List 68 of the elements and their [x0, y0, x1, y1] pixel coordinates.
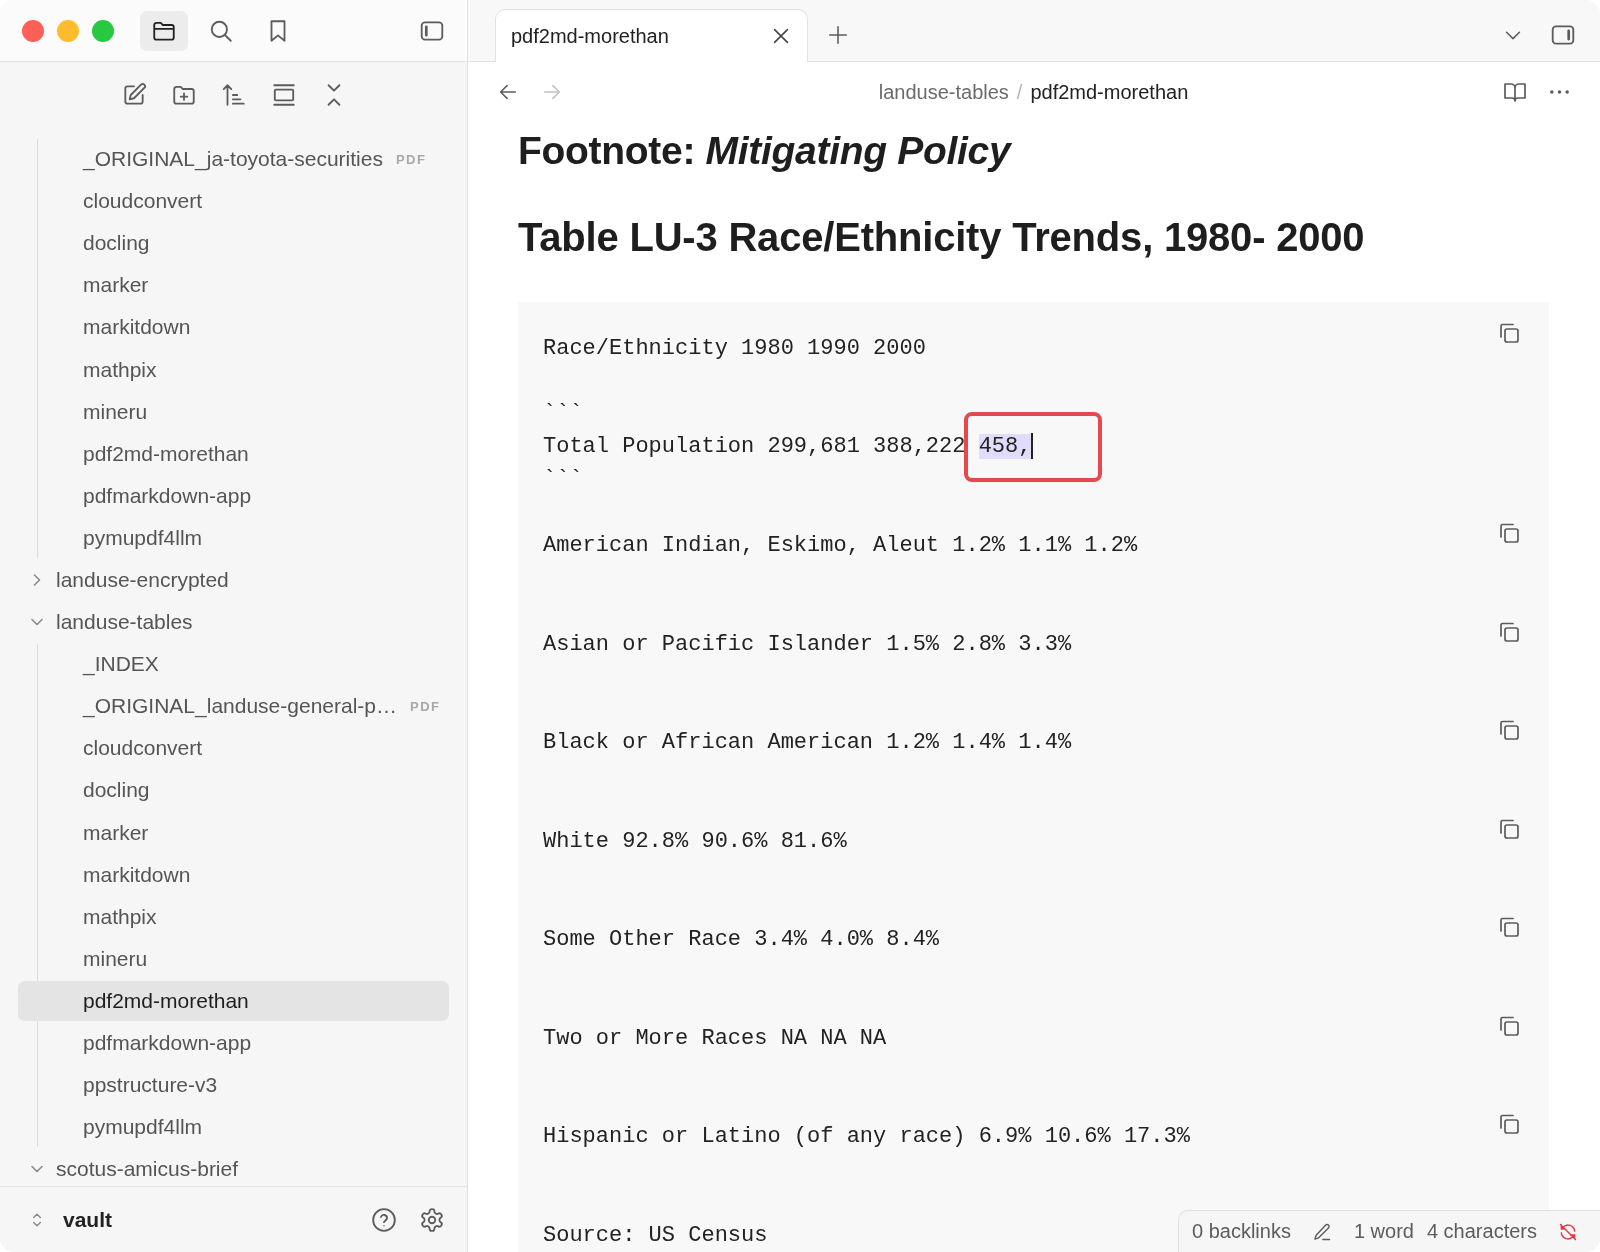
- copy-icon: [1497, 521, 1521, 545]
- file-item[interactable]: docling: [18, 223, 449, 264]
- selected-text: 458,: [978, 434, 1032, 459]
- file-item[interactable]: _ORIGINAL_landuse-general-p… PDF: [18, 686, 449, 727]
- sort-icon: [220, 82, 247, 108]
- file-item[interactable]: mathpix: [18, 349, 449, 390]
- file-item[interactable]: marker: [18, 265, 449, 306]
- code-fence: ```: [543, 401, 583, 426]
- settings-icon: [419, 1206, 445, 1233]
- file-item[interactable]: marker: [18, 812, 449, 853]
- file-type-label: PDF: [410, 698, 441, 714]
- file-item[interactable]: docling: [18, 770, 449, 811]
- code-line: Black or African American 1.2% 1.4% 1.4%: [543, 730, 1072, 755]
- file-item[interactable]: _INDEX: [18, 644, 449, 685]
- folder-item[interactable]: landuse-encrypted: [18, 559, 449, 601]
- file-item[interactable]: _ORIGINAL_ja-toyota-securities PDF: [18, 139, 449, 180]
- window-close-button[interactable]: [22, 19, 44, 42]
- code-line: Some Other Race 3.4% 4.0% 8.4%: [543, 927, 940, 952]
- file-item[interactable]: pdf2md-morethan: [18, 433, 449, 474]
- code-line: Hispanic or Latino (of any race) 6.9% 10.6% 17.3%: [543, 1124, 1190, 1149]
- file-item[interactable]: pymupdf4llm: [18, 1107, 449, 1148]
- code-line: Two or More Races NA NA NA: [543, 1025, 887, 1051]
- heading: Footnote: Mitigating Policy: [518, 128, 1013, 174]
- backlinks-count[interactable]: 0 backlinks: [1191, 1220, 1291, 1243]
- breadcrumb-folder[interactable]: landuse-tables: [878, 80, 1009, 104]
- file-item[interactable]: pymupdf4llm: [18, 517, 449, 558]
- pencil-icon[interactable]: [1311, 1221, 1332, 1242]
- character-count: 4 characters: [1426, 1220, 1537, 1243]
- code-line: American Indian, Eskimo, Aleut 1.2% 1.1% 1.2%: [543, 533, 1138, 558]
- file-type-label: PDF: [395, 151, 427, 167]
- file-item[interactable]: markitdown: [18, 854, 449, 895]
- file-item[interactable]: mathpix: [18, 896, 449, 937]
- file-item[interactable]: pdfmarkdown-app: [18, 475, 449, 516]
- file-item[interactable]: cloudconvert: [18, 728, 449, 769]
- plus-icon: [827, 24, 849, 46]
- copy-icon: [1497, 915, 1521, 939]
- breadcrumb-note-title[interactable]: pdf2md-morethan: [1030, 80, 1189, 104]
- heading: Table LU-3 Race/Ethnicity Trends, 1980- 2000: [518, 214, 1366, 261]
- file-item[interactable]: pdfmarkdown-app: [18, 1022, 449, 1064]
- copy-icon: [1497, 718, 1521, 742]
- sidebar-view-tab[interactable]: [140, 10, 188, 51]
- note-tab[interactable]: pdf2md-morethan: [495, 9, 808, 62]
- word-count: 1 word: [1353, 1220, 1414, 1243]
- breadcrumb-separator: /: [1016, 80, 1023, 104]
- tab-title[interactable]: pdf2md-morethan: [511, 24, 669, 48]
- sync-off-icon[interactable]: [1558, 1221, 1578, 1242]
- help-icon: [371, 1206, 397, 1233]
- copy-icon: [1497, 1112, 1521, 1136]
- file-item[interactable]: pdf2md-morethan: [18, 980, 449, 1021]
- code-line: White 92.8% 90.6% 81.6%: [543, 828, 847, 854]
- code-line: Total Population 299,681 388,222: [543, 434, 967, 459]
- code-line: Asian or Pacific Islander 1.5% 2.8% 3.3%: [543, 631, 1072, 657]
- copy-icon: [1497, 321, 1521, 345]
- folder-item[interactable]: landuse-tables: [18, 602, 449, 643]
- file-item[interactable]: mineru: [18, 938, 449, 979]
- code-line: Source: US Census: [543, 1222, 768, 1248]
- folder-item[interactable]: scotus-amicus-brief: [18, 1149, 449, 1186]
- panel-icon: [1550, 22, 1576, 48]
- frame-icon: [270, 82, 297, 108]
- file-item[interactable]: ppstructure-v3: [18, 1065, 449, 1106]
- file-item[interactable]: markitdown: [18, 307, 449, 348]
- code-fence: ```: [543, 467, 583, 492]
- file-item[interactable]: cloudconvert: [18, 181, 449, 222]
- book-icon: [1503, 80, 1527, 104]
- more-icon: [1549, 90, 1569, 94]
- code-line: Race/Ethnicity 1980 1990 2000: [543, 336, 926, 361]
- file-item[interactable]: mineru: [18, 391, 449, 432]
- vault-name[interactable]: vault: [63, 1207, 112, 1232]
